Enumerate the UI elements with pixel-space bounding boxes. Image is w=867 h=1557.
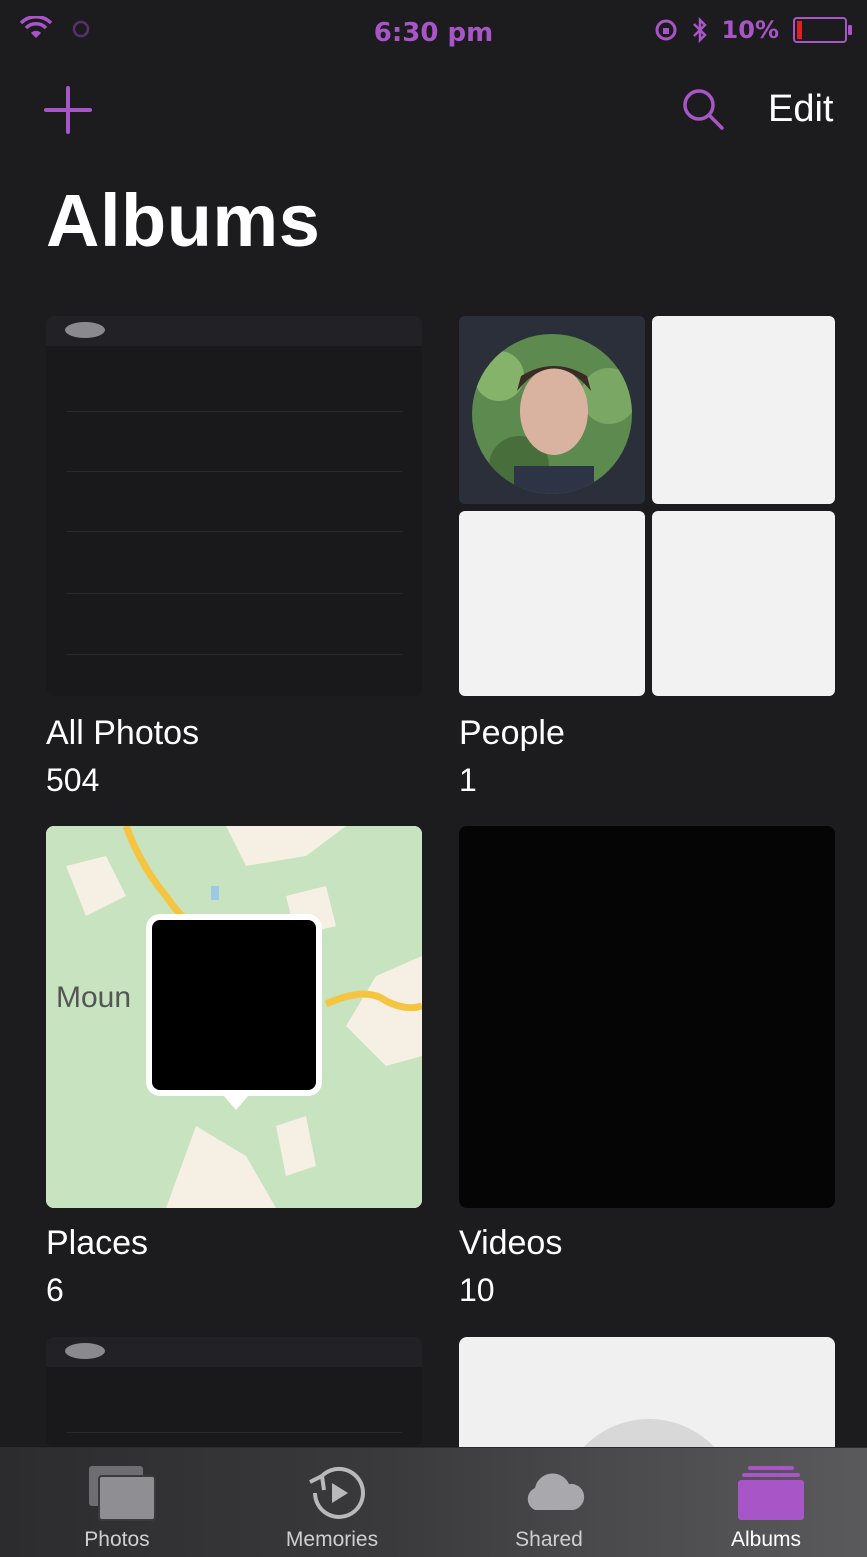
thumbnail-line <box>66 411 402 412</box>
person-placeholder <box>459 511 645 696</box>
tab-bar: Photos Memories Shared Albums <box>0 1447 867 1557</box>
bluetooth-icon <box>692 17 707 43</box>
cloud-icon <box>65 1343 105 1359</box>
add-album-button[interactable] <box>40 82 96 138</box>
pin-photo <box>152 920 316 1090</box>
videos-thumbnail <box>459 826 835 1208</box>
thumbnail-line <box>66 531 402 532</box>
map-photo-pin <box>146 914 322 1110</box>
thumbnail-line <box>66 471 402 472</box>
tab-label: Memories <box>285 1528 379 1551</box>
thumbnail-header <box>46 1337 422 1367</box>
person-placeholder <box>652 316 835 504</box>
cloud-icon <box>65 322 105 338</box>
album-count: 504 <box>46 762 100 798</box>
person-photo <box>459 316 645 504</box>
tab-label: Photos <box>84 1528 150 1551</box>
tab-photos[interactable]: Photos <box>47 1448 187 1557</box>
album-title: All Photos <box>46 714 200 752</box>
page-title: Albums <box>46 179 321 262</box>
album-partial-right[interactable] <box>459 1337 835 1447</box>
photos-icon <box>89 1466 156 1521</box>
albums-icon <box>738 1466 804 1520</box>
person-placeholder <box>652 511 835 696</box>
search-button[interactable] <box>678 84 728 134</box>
album-videos[interactable]: Videos 10 <box>459 826 835 1308</box>
thumbnail-line <box>66 654 402 655</box>
thumbnail-circle <box>559 1419 739 1447</box>
status-right: 10% <box>654 16 852 44</box>
memories-icon <box>309 1466 365 1519</box>
album-title: People <box>459 714 565 752</box>
search-icon <box>683 89 724 130</box>
thumbnail-line <box>66 1432 402 1433</box>
album-all-photos[interactable]: All Photos 504 <box>46 316 422 798</box>
map-place-label: Moun <box>56 981 132 1014</box>
places-map: Moun <box>46 826 422 1208</box>
battery-level <box>797 21 802 39</box>
thumbnail-line <box>66 593 402 594</box>
pin-tip <box>224 1096 248 1110</box>
tab-memories[interactable]: Memories <box>262 1448 402 1557</box>
thumbnail-header <box>46 316 422 346</box>
tab-shared[interactable]: Shared <box>479 1448 619 1557</box>
person-thumbnail <box>459 316 645 504</box>
album-thumbnail <box>459 1337 835 1447</box>
album-count: 6 <box>46 1272 64 1308</box>
album-thumbnail <box>46 316 422 696</box>
orientation-lock-icon <box>655 19 677 41</box>
cloud-icon <box>527 1473 585 1510</box>
album-count: 1 <box>459 762 477 798</box>
album-partial-left[interactable] <box>46 1337 422 1447</box>
album-places[interactable]: Moun Places 6 <box>46 826 422 1308</box>
tab-label: Albums <box>730 1528 802 1551</box>
tab-label: Shared <box>515 1528 583 1551</box>
nav-bar: Edit <box>0 70 867 150</box>
battery-percent: 10% <box>721 16 779 44</box>
album-title: Videos <box>459 1224 563 1262</box>
people-grid <box>459 316 835 696</box>
battery-icon <box>793 17 852 43</box>
edit-button[interactable]: Edit <box>760 86 841 132</box>
tab-albums[interactable]: Albums <box>696 1448 836 1557</box>
status-bar: 6:30 pm 10% <box>0 0 867 70</box>
album-count: 10 <box>459 1272 495 1308</box>
album-thumbnail <box>46 1337 422 1447</box>
album-people[interactable]: People 1 <box>459 316 835 798</box>
album-title: Places <box>46 1224 149 1262</box>
plus-icon <box>44 86 92 134</box>
